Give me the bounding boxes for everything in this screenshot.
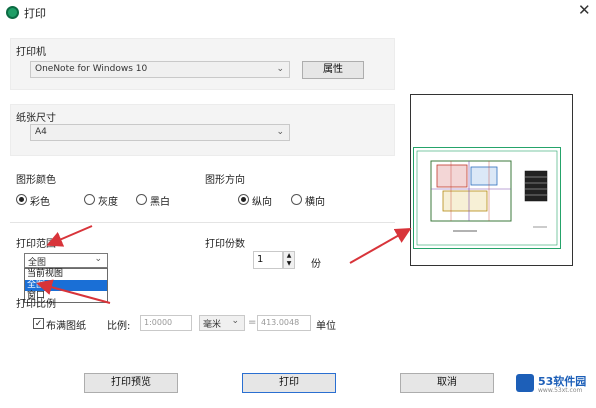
arrow-annotation [349, 228, 412, 264]
annotation-arrows [36, 225, 412, 304]
arrow-annotation [36, 279, 111, 304]
watermark-icon [516, 374, 534, 392]
watermark-logo: 53软件园 www.53xt.com [516, 372, 590, 396]
arrow-annotation [46, 225, 93, 247]
watermark-subtext: www.53xt.com [538, 387, 583, 394]
